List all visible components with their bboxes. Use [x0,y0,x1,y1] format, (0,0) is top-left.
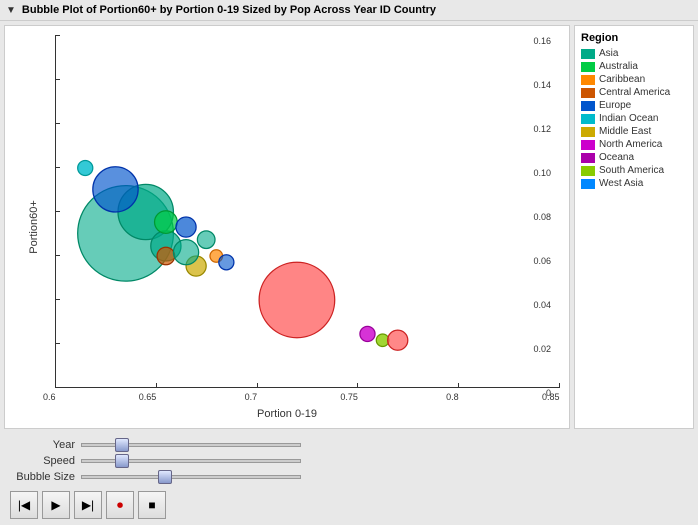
bubble-europe-extra [219,255,234,270]
year-slider[interactable] [81,443,301,447]
legend-color-south-america [581,166,595,176]
step-back-button[interactable]: |◀ [10,491,38,519]
stop-button[interactable]: ■ [138,491,166,519]
legend-label-north-america: North America [599,139,662,150]
title-bar: ▼ Bubble Plot of Portion60+ by Portion 0… [0,0,698,21]
bubble-europe-lg [93,167,138,212]
year-slider-thumb[interactable] [115,438,129,452]
chart-title: Bubble Plot of Portion60+ by Portion 0-1… [22,4,436,16]
collapse-arrow[interactable]: ▼ [6,5,16,16]
y-axis-label: Portion60+ [28,200,40,254]
legend-label-central-america: Central America [599,87,670,98]
bubble-north-america [360,326,375,341]
legend-label-europe: Europe [599,100,631,111]
legend-item-australia: Australia [581,61,687,72]
main-area: Portion60+ Portion 0-19 1950 0 0.02 [0,21,698,433]
speed-label: Speed [10,455,75,467]
legend-item-north-america: North America [581,139,687,150]
chart-inner: Portion60+ Portion 0-19 1950 0 0.02 [5,26,569,428]
x-axis-label: Portion 0-19 [257,408,317,420]
legend-color-caribbean [581,75,595,85]
bubble-central-america [157,247,175,265]
bubble-size-slider[interactable] [81,475,301,479]
app-container: ▼ Bubble Plot of Portion60+ by Portion 0… [0,0,698,525]
legend-color-australia [581,62,595,72]
bubble-size-label: Bubble Size [10,471,75,483]
legend-label-middle-east: Middle East [599,126,651,137]
speed-slider-thumb[interactable] [115,454,129,468]
speed-slider[interactable] [81,459,301,463]
legend-item-west-asia: West Asia [581,178,687,189]
legend-color-north-america [581,140,595,150]
bubble-west-asia [388,330,408,350]
bubble-europe-sm [176,217,196,237]
legend-item-europe: Europe [581,100,687,111]
controls-area: Year Speed Bubble Size |◀ ▶ ▶| ⏺ ■ [0,433,698,525]
legend-color-west-asia [581,179,595,189]
legend-label-south-america: South America [599,165,664,176]
legend-item-asia: Asia [581,48,687,59]
legend-item-middle-east: Middle East [581,126,687,137]
x-tick-085: 0.85 [559,383,560,388]
year-control-row: Year [10,439,688,451]
bubble-south-america [259,262,335,337]
bubble-size-slider-thumb[interactable] [158,470,172,484]
legend-item-south-america: South America [581,165,687,176]
step-forward-button[interactable]: ▶| [74,491,102,519]
legend-title: Region [581,32,687,44]
legend-label-oceana: Oceana [599,152,634,163]
legend-color-central-america [581,88,595,98]
bubble-asia-extra [173,240,198,265]
playback-controls: |◀ ▶ ▶| ⏺ ■ [10,491,688,519]
bubble-indian-ocean [78,160,93,175]
play-button[interactable]: ▶ [42,491,70,519]
legend-color-indian-ocean [581,114,595,124]
bubble-asia-extra2 [197,231,215,249]
legend-item-central-america: Central America [581,87,687,98]
legend-color-asia [581,49,595,59]
legend-item-caribbean: Caribbean [581,74,687,85]
speed-control-row: Speed [10,455,688,467]
legend-label-asia: Asia [599,48,618,59]
legend-color-middle-east [581,127,595,137]
bubble-size-control-row: Bubble Size [10,471,688,483]
legend-label-caribbean: Caribbean [599,74,645,85]
bubbles-svg [55,36,559,388]
legend-label-west-asia: West Asia [599,178,643,189]
legend-item-oceana: Oceana [581,152,687,163]
legend-label-australia: Australia [599,61,638,72]
bubble-australia [155,211,178,234]
chart-container: Portion60+ Portion 0-19 1950 0 0.02 [4,25,570,429]
record-button[interactable]: ⏺ [106,491,134,519]
legend: Region Asia Australia Caribbean Central … [574,25,694,429]
legend-label-indian-ocean: Indian Ocean [599,113,659,124]
legend-color-europe [581,101,595,111]
legend-color-oceana [581,153,595,163]
plot-area: 0 0.02 0.04 0.06 [55,36,559,388]
year-label: Year [10,439,75,451]
legend-item-indian-ocean: Indian Ocean [581,113,687,124]
bubble-oceana [376,334,389,347]
